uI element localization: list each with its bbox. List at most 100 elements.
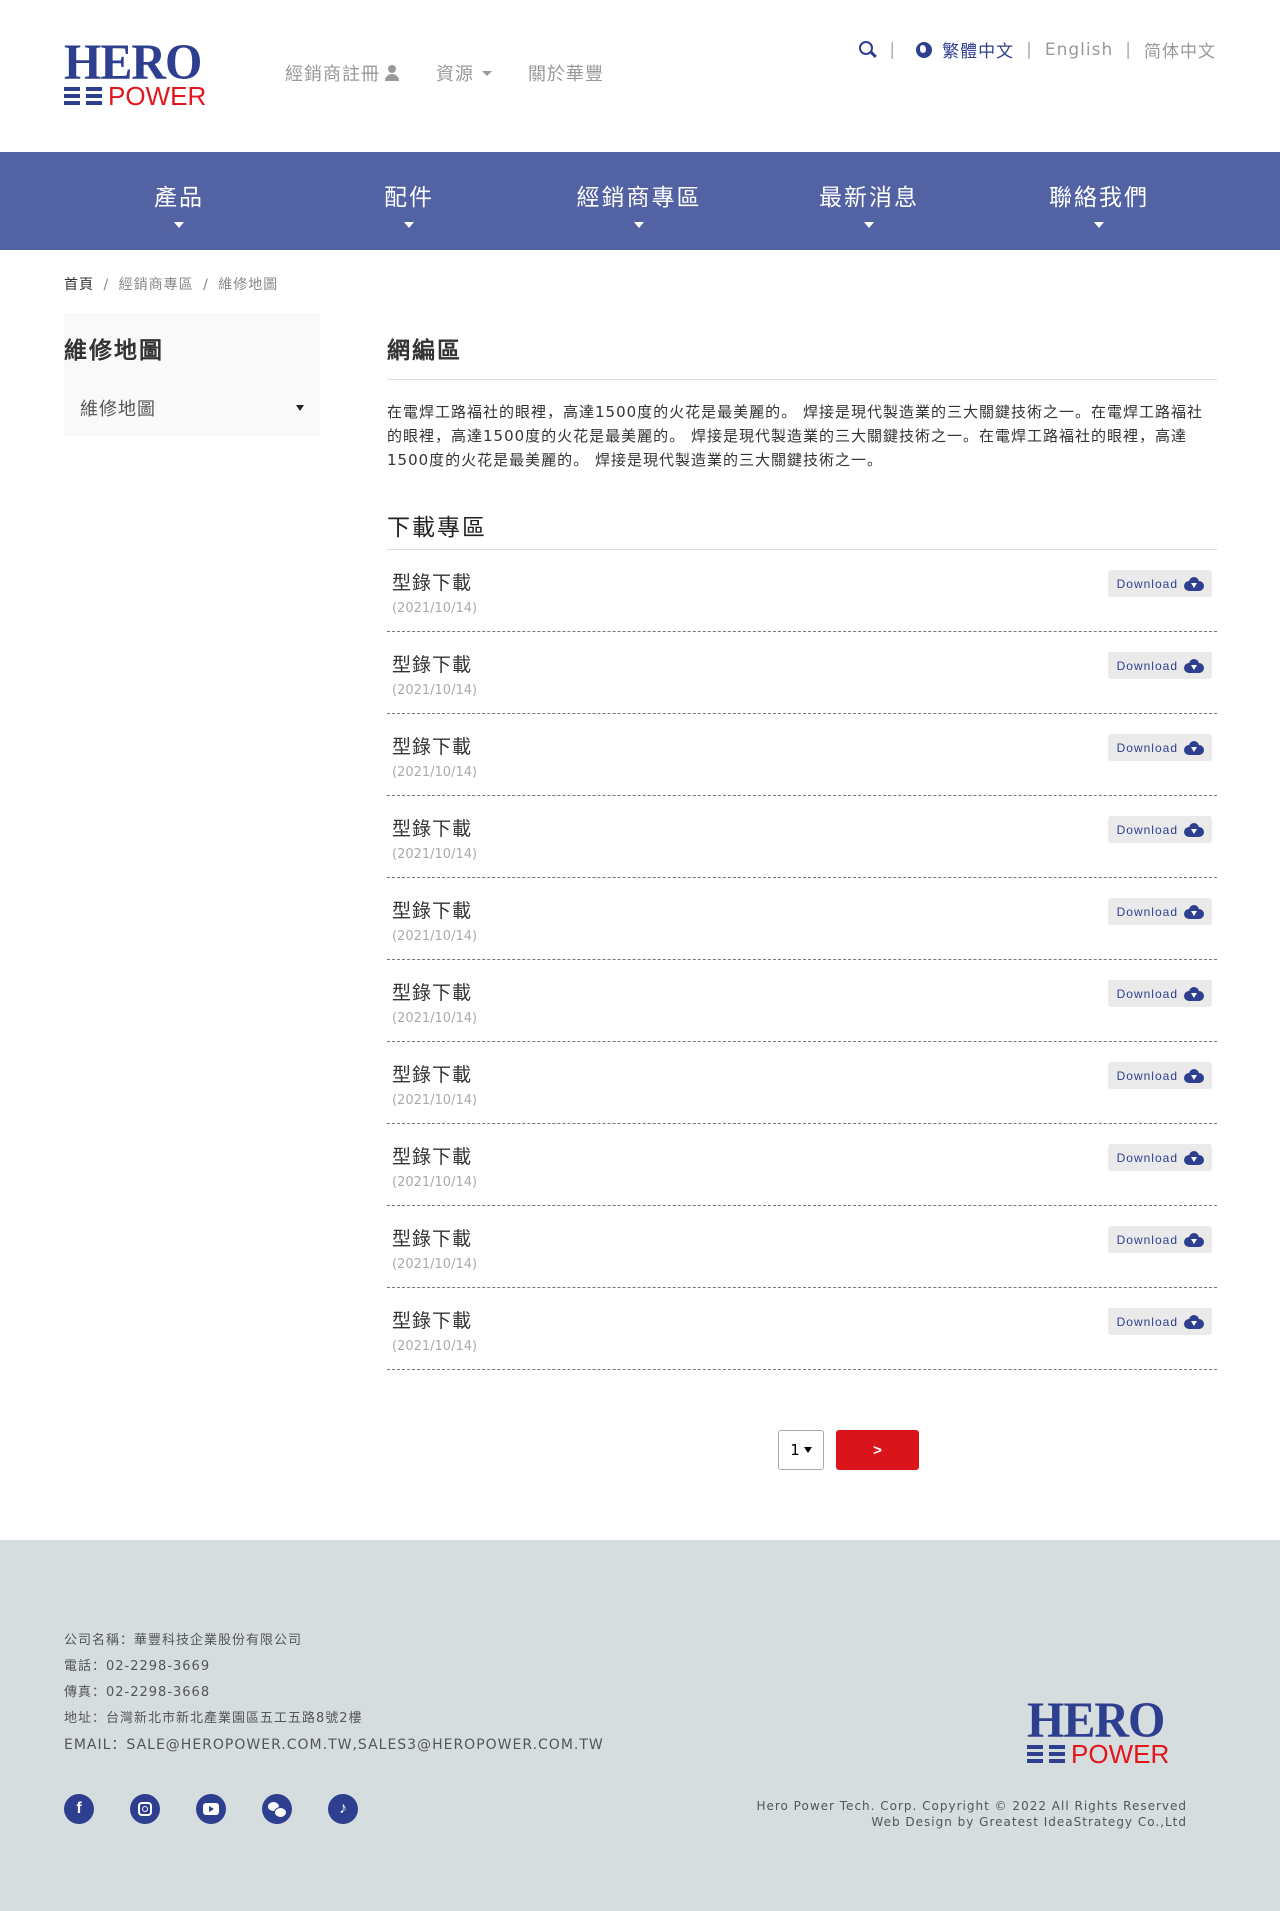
breadcrumb-dealer-zone[interactable]: 經銷商專區: [119, 277, 194, 293]
download-item-name: 型錄下載: [392, 818, 473, 840]
nav-label: 經銷商專區: [576, 185, 702, 211]
caret-down-icon: [296, 405, 304, 411]
download-button[interactable]: Download: [1107, 1308, 1212, 1335]
cloud-download-icon: [1184, 1150, 1204, 1165]
download-item-name: 型錄下載: [392, 1310, 473, 1332]
globe-icon: [916, 41, 933, 58]
cloud-download-icon: [1184, 904, 1204, 919]
download-item: 型錄下載 (2021/10/14) Download: [387, 1042, 1217, 1124]
download-button-label: Download: [1116, 986, 1178, 1001]
download-button-label: Download: [1116, 740, 1178, 755]
breadcrumb-home[interactable]: 首頁: [64, 277, 94, 293]
cloud-download-icon: [1184, 658, 1204, 673]
download-item: 型錄下載 (2021/10/14) Download: [387, 1288, 1217, 1370]
company-info: 公司名稱：華豐科技企業股份有限公司 電話：02-2298-3669 傳真：02-…: [64, 1628, 604, 1758]
about-link[interactable]: 關於華豐: [528, 60, 604, 86]
nav-news[interactable]: 最新消息: [754, 152, 984, 250]
nav-label: 最新消息: [819, 185, 919, 211]
tiktok-icon[interactable]: ♪: [328, 1794, 358, 1824]
copyright-text: Hero Power Tech. Corp. Copyright © 2022 …: [756, 1799, 1187, 1813]
about-label: 關於華豐: [528, 64, 604, 85]
download-item: 型錄下載 (2021/10/14) Download: [387, 1124, 1217, 1206]
download-button[interactable]: Download: [1107, 816, 1212, 843]
download-item: 型錄下載 (2021/10/14) Download: [387, 714, 1217, 796]
download-item-date: (2021/10/14): [392, 1093, 478, 1108]
download-button[interactable]: Download: [1107, 1226, 1212, 1253]
breadcrumb: 首頁 / 經銷商專區 / 維修地圖: [64, 274, 278, 294]
download-button[interactable]: Download: [1107, 1062, 1212, 1089]
download-button-label: Download: [1116, 1232, 1178, 1247]
download-button[interactable]: Download: [1107, 570, 1212, 597]
language-bar: | 繁體中文 | English | 简体中文: [859, 37, 1216, 62]
sidebar-item-repair-map[interactable]: 維修地圖: [80, 395, 304, 421]
download-button[interactable]: Download: [1107, 734, 1212, 761]
caret-down-icon: [803, 1447, 812, 1453]
lang-traditional-chinese[interactable]: 繁體中文: [942, 37, 1014, 62]
breadcrumb-separator: /: [103, 277, 110, 293]
download-button[interactable]: Download: [1107, 1144, 1212, 1171]
caret-down-icon: [1094, 222, 1104, 228]
cloud-download-icon: [1184, 740, 1204, 755]
caret-down-icon: [482, 70, 492, 76]
download-item: 型錄下載 (2021/10/14) Download: [387, 796, 1217, 878]
nav-products[interactable]: 產品: [64, 152, 294, 250]
logo-hero-text: HERO: [64, 34, 202, 91]
download-button-label: Download: [1116, 576, 1178, 591]
download-item-name: 型錄下載: [392, 900, 473, 922]
caret-down-icon: [404, 222, 414, 228]
download-item-date: (2021/10/14): [392, 601, 478, 616]
dealer-register-link[interactable]: 經銷商註冊: [285, 60, 400, 86]
youtube-icon[interactable]: [196, 1794, 226, 1824]
download-item-date: (2021/10/14): [392, 847, 478, 862]
facebook-icon[interactable]: f: [64, 1794, 94, 1824]
lang-english[interactable]: English: [1045, 40, 1113, 60]
wechat-icon[interactable]: [262, 1794, 292, 1824]
download-item-name: 型錄下載: [392, 1228, 473, 1250]
company-phone: 電話：02-2298-3669: [64, 1659, 211, 1674]
download-button[interactable]: Download: [1107, 652, 1212, 679]
resources-label: 資源: [436, 64, 474, 85]
download-button-label: Download: [1116, 1150, 1178, 1165]
top-nav: 經銷商註冊 資源 關於華豐: [285, 60, 604, 86]
search-icon[interactable]: [859, 40, 877, 59]
download-item: 型錄下載 (2021/10/14) Download: [387, 960, 1217, 1042]
cloud-download-icon: [1184, 576, 1204, 591]
caret-down-icon: [864, 222, 874, 228]
site-footer: 公司名稱：華豐科技企業股份有限公司 電話：02-2298-3669 傳真：02-…: [0, 1540, 1280, 1911]
breadcrumb-separator: /: [203, 277, 209, 293]
download-button[interactable]: Download: [1107, 898, 1212, 925]
next-page-button[interactable]: >: [836, 1430, 919, 1470]
cloud-download-icon: [1184, 1314, 1204, 1329]
download-item-date: (2021/10/14): [392, 1257, 478, 1272]
cloud-download-icon: [1184, 986, 1204, 1001]
social-links: f ♪: [64, 1794, 358, 1824]
resources-dropdown[interactable]: 資源: [436, 60, 492, 86]
nav-contact[interactable]: 聯絡我們: [984, 152, 1214, 250]
cloud-download-icon: [1184, 1068, 1204, 1083]
lang-simplified-chinese[interactable]: 简体中文: [1144, 37, 1216, 62]
download-item-date: (2021/10/14): [392, 929, 478, 944]
main-nav: 產品 配件 經銷商專區 最新消息 聯絡我們: [0, 152, 1280, 250]
footer-logo[interactable]: HERO POWER: [1027, 1695, 1187, 1768]
download-list: 型錄下載 (2021/10/14) Download 型錄下載 (2021/10/14)…: [387, 549, 1217, 1370]
download-item: 型錄下載 (2021/10/14) Download: [387, 550, 1217, 632]
download-button-label: Download: [1116, 822, 1178, 837]
sidebar-item-label: 維修地圖: [80, 399, 156, 420]
instagram-icon[interactable]: [130, 1794, 160, 1824]
page-select[interactable]: 1: [778, 1430, 824, 1470]
download-item-date: (2021/10/14): [392, 1175, 478, 1190]
download-item-date: (2021/10/14): [392, 1339, 478, 1354]
caret-down-icon: [634, 222, 644, 228]
nav-accessories[interactable]: 配件: [294, 152, 524, 250]
sidebar-title: 維修地圖: [64, 338, 164, 364]
download-button[interactable]: Download: [1107, 980, 1212, 1007]
company-name: 公司名稱：華豐科技企業股份有限公司: [64, 1633, 303, 1648]
site-logo[interactable]: HERO POWER: [64, 34, 226, 110]
download-item: 型錄下載 (2021/10/14) Download: [387, 632, 1217, 714]
nav-dealer-zone[interactable]: 經銷商專區: [524, 152, 754, 250]
download-button-label: Download: [1116, 904, 1178, 919]
user-icon: [384, 64, 400, 82]
download-section-title: 下載專區: [387, 515, 487, 541]
breadcrumb-current: 維修地圖: [218, 277, 279, 293]
dealer-register-label: 經銷商註冊: [285, 64, 380, 85]
